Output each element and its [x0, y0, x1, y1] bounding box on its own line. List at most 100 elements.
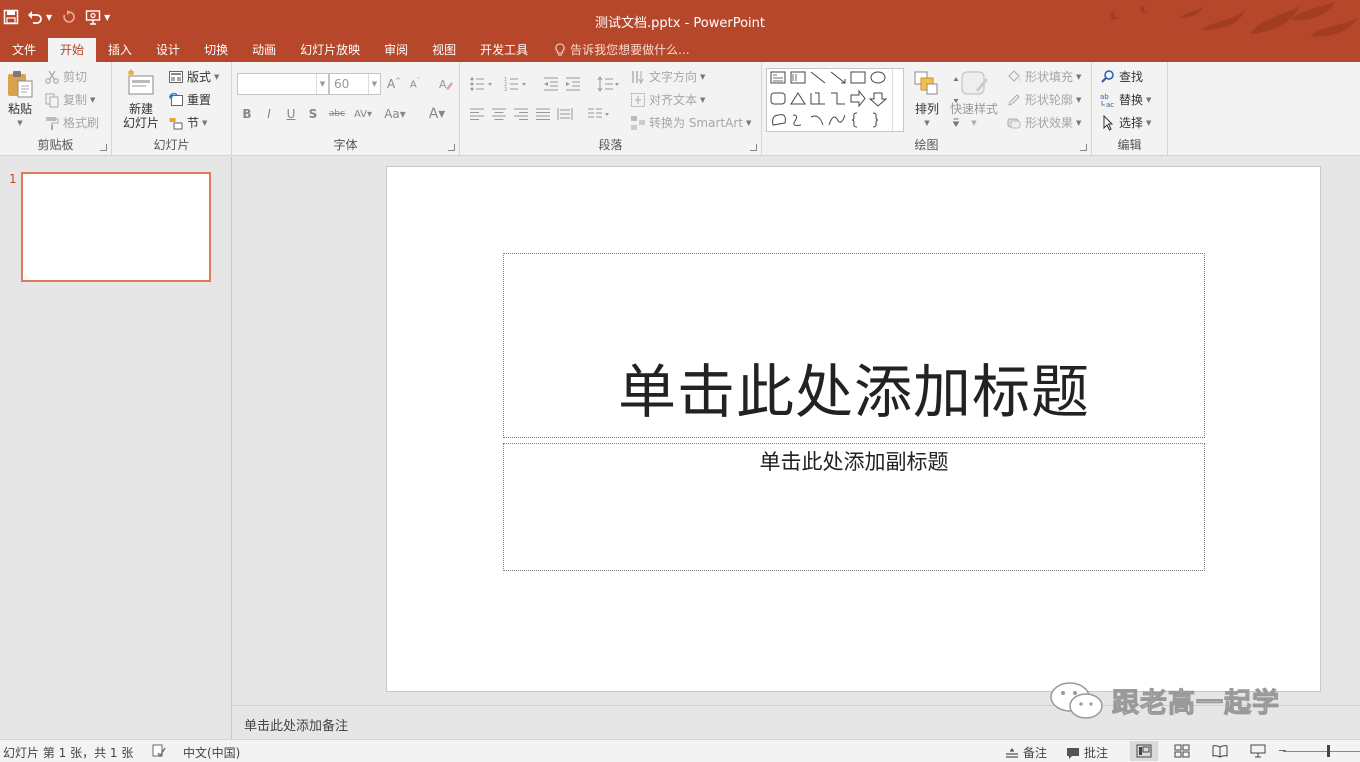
drawing-launcher-icon[interactable]: [1080, 144, 1087, 151]
format-painter-button[interactable]: 格式刷: [44, 114, 99, 131]
find-button[interactable]: 查找: [1100, 68, 1143, 85]
line-spacing-icon: [597, 76, 619, 92]
group-font: ▼ 60 ▼ A^ Aˇ A B I U S abc AV▾ Aa▾ A▾ 字体: [232, 62, 460, 156]
font-name-combo[interactable]: ▼: [237, 73, 329, 95]
replace-icon: abac: [1100, 93, 1114, 108]
font-group-label: 字体: [333, 138, 358, 152]
tab-transitions[interactable]: 切换: [192, 38, 240, 62]
increase-indent-button[interactable]: [564, 75, 582, 93]
tab-animations[interactable]: 动画: [240, 38, 288, 62]
new-slide-label-1: 新建: [128, 102, 153, 116]
tab-view[interactable]: 视图: [420, 38, 468, 62]
reset-button[interactable]: 重置: [168, 91, 211, 108]
grow-font-button[interactable]: A^: [385, 75, 403, 93]
comments-toggle-button[interactable]: 批注: [1066, 744, 1108, 761]
shapes-gallery[interactable]: [766, 68, 960, 132]
slide-thumbnail[interactable]: [21, 172, 211, 282]
columns-button[interactable]: [586, 105, 612, 123]
slide-sorter-view-button[interactable]: [1168, 741, 1196, 761]
clear-formatting-button[interactable]: A: [436, 75, 454, 93]
tell-me-box[interactable]: 告诉我您想要做什么...: [540, 38, 690, 62]
text-direction-label: 文字方向: [649, 70, 698, 84]
font-size-combo[interactable]: 60 ▼: [329, 73, 381, 95]
subtitle-placeholder[interactable]: 单击此处添加副标题: [503, 443, 1205, 571]
numbering-button[interactable]: 123: [502, 75, 530, 93]
slide-canvas[interactable]: 单击此处添加标题 单击此处添加副标题: [386, 166, 1321, 692]
zoom-slider-thumb[interactable]: [1327, 745, 1330, 757]
increase-indent-icon: [566, 77, 580, 91]
character-spacing-icon: AV▾: [353, 108, 373, 120]
paste-button[interactable]: 粘贴 ▼: [4, 68, 36, 130]
font-size-dropdown-icon[interactable]: ▼: [368, 74, 380, 94]
layout-button[interactable]: 版式 ▼: [168, 68, 219, 85]
smartart-icon: [631, 115, 645, 130]
align-right-button[interactable]: [512, 105, 530, 123]
lightbulb-icon: [555, 43, 565, 56]
change-case-icon: Aa▾: [384, 107, 406, 121]
character-spacing-button[interactable]: AV▾: [350, 105, 376, 123]
tab-insert[interactable]: 插入: [96, 38, 144, 62]
slideshow-view-button[interactable]: [1244, 741, 1272, 761]
language-status[interactable]: 中文(中国): [183, 744, 240, 761]
replace-button[interactable]: ab ac 替换 ▼: [1100, 91, 1151, 108]
slides-group-label: 幻灯片: [153, 138, 190, 152]
tab-developer[interactable]: 开发工具: [468, 38, 540, 62]
svg-text:3: 3: [504, 87, 507, 92]
decrease-indent-button[interactable]: [542, 75, 560, 93]
clear-formatting-icon: A: [439, 78, 453, 91]
justify-button[interactable]: [534, 105, 552, 123]
select-button[interactable]: 选择 ▼: [1100, 114, 1151, 131]
bullets-icon: [470, 77, 492, 91]
change-case-button[interactable]: Aa▾: [382, 105, 408, 123]
copy-button[interactable]: 复制 ▼: [44, 91, 95, 108]
shadow-button[interactable]: S: [304, 105, 322, 123]
zoom-out-icon[interactable]: [1279, 750, 1286, 751]
new-slide-icon: [128, 68, 154, 95]
font-color-button[interactable]: A▾: [424, 105, 450, 123]
align-text-button[interactable]: 对齐文本 ▼: [630, 91, 705, 108]
notes-placeholder: 单击此处添加备注: [244, 719, 349, 734]
italic-button[interactable]: I: [260, 105, 278, 123]
distributed-button[interactable]: [556, 105, 574, 123]
notes-icon: [1006, 747, 1018, 758]
title-placeholder[interactable]: 单击此处添加标题: [503, 253, 1205, 438]
tab-slideshow[interactable]: 幻灯片放映: [288, 38, 372, 62]
grow-font-icon: A^: [386, 77, 402, 91]
font-launcher-icon[interactable]: [448, 144, 455, 151]
tab-home[interactable]: 开始: [48, 38, 97, 62]
underline-button[interactable]: U: [282, 105, 300, 123]
paragraph-launcher-icon[interactable]: [750, 144, 757, 151]
convert-smartart-button[interactable]: 转换为 SmartArt ▼: [630, 114, 751, 131]
notes-toggle-button[interactable]: 备注: [1005, 744, 1047, 761]
cut-button[interactable]: 剪切: [44, 68, 87, 85]
bullets-button[interactable]: [468, 75, 496, 93]
text-direction-button[interactable]: 文字方向 ▼: [630, 68, 705, 85]
decrease-indent-icon: [544, 77, 558, 91]
copy-label: 复制: [63, 93, 88, 107]
tab-file[interactable]: 文件: [2, 38, 48, 62]
line-spacing-button[interactable]: [596, 75, 622, 93]
strikethrough-button[interactable]: abc: [326, 105, 348, 123]
reading-view-button[interactable]: [1206, 741, 1234, 761]
tab-review[interactable]: 审阅: [372, 38, 420, 62]
shapes-gallery-scrollbar[interactable]: [892, 69, 960, 131]
align-left-button[interactable]: [468, 105, 486, 123]
zoom-slider[interactable]: [1279, 745, 1360, 757]
spell-check-status[interactable]: [152, 744, 170, 758]
shrink-font-button[interactable]: Aˇ: [406, 75, 424, 93]
align-right-icon: [514, 108, 528, 120]
slide-sorter-icon: [1174, 744, 1190, 758]
clipboard-launcher-icon[interactable]: [100, 144, 107, 151]
new-slide-button[interactable]: 新建 幻灯片: [116, 68, 166, 130]
ribbon-home: 粘贴 ▼ 剪切 复制 ▼ 格式刷 剪贴板 新建 幻灯片 版式 ▼ 重置 节 ▼ …: [0, 62, 1360, 156]
tab-design[interactable]: 设计: [144, 38, 192, 62]
normal-view-button[interactable]: [1130, 741, 1158, 761]
section-button[interactable]: 节 ▼: [168, 114, 207, 131]
layout-icon: [169, 70, 183, 83]
align-center-button[interactable]: [490, 105, 508, 123]
font-size-value: 60: [334, 77, 350, 91]
font-name-dropdown-icon[interactable]: ▼: [316, 74, 328, 94]
format-painter-icon: [46, 116, 59, 130]
normal-view-icon: [1136, 744, 1152, 758]
bold-button[interactable]: B: [238, 105, 256, 123]
